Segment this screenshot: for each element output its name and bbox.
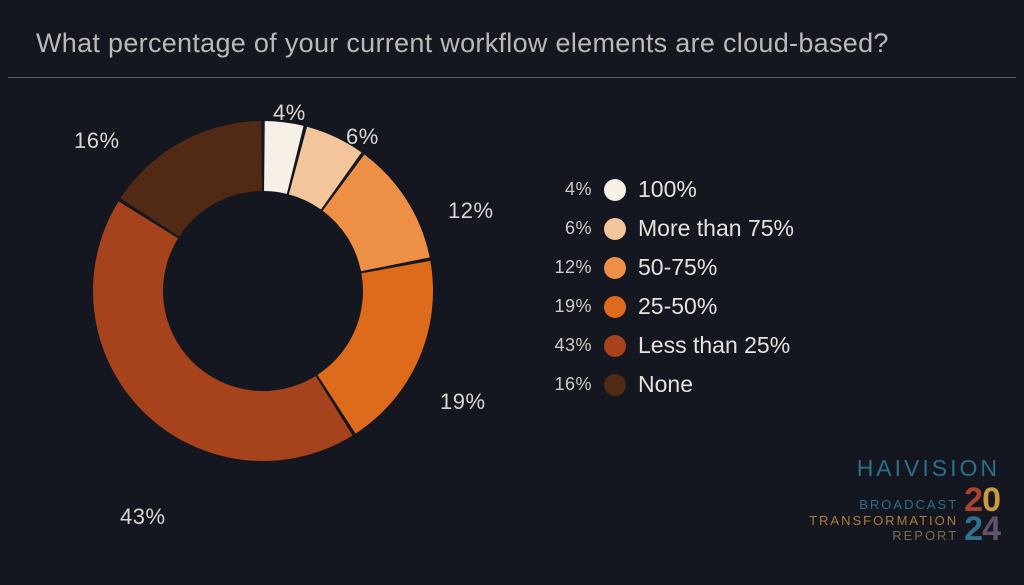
legend-pct: 4% (540, 179, 592, 200)
legend-label: Less than 25% (638, 332, 790, 359)
legend-row: 19% 25-50% (540, 293, 794, 320)
slice-label: 16% (74, 128, 120, 154)
legend-swatch (604, 218, 626, 240)
legend-pct: 19% (540, 296, 592, 317)
legend-label: More than 75% (638, 215, 794, 242)
legend-pct: 43% (540, 335, 592, 356)
legend-row: 43% Less than 25% (540, 332, 794, 359)
legend-swatch (604, 296, 626, 318)
brand-line3: REPORT (809, 528, 958, 544)
brand-line2: TRANSFORMATION (809, 513, 958, 529)
brand-year: 2 0 2 4 (964, 486, 1000, 544)
slice-label: 6% (346, 124, 379, 150)
legend-swatch (604, 257, 626, 279)
legend-swatch (604, 374, 626, 396)
legend-pct: 6% (540, 218, 592, 239)
chart-title: What percentage of your current workflow… (0, 0, 1024, 77)
legend-label: 50-75% (638, 254, 717, 281)
donut-svg (78, 106, 448, 476)
brand-company: HAIVISION (809, 456, 1000, 480)
chart-content: 4%6%12%19%43%16% 4%100%6%More than 75%12… (0, 78, 1024, 558)
legend-row: 4% 100% (540, 176, 794, 203)
slice-label: 43% (120, 504, 166, 530)
legend-row: 6% More than 75% (540, 215, 794, 242)
slice-label: 19% (440, 389, 486, 415)
legend-pct: 12% (540, 257, 592, 278)
slice-label: 12% (448, 198, 494, 224)
legend-row: 16% None (540, 371, 794, 398)
legend-label: 25-50% (638, 293, 717, 320)
donut-slice (93, 201, 353, 461)
legend: 4% 100% 6% More than 75% 12% 50-75% 19% 25-50% 4… (540, 176, 794, 398)
legend-pct: 16% (540, 374, 592, 395)
donut-chart: 4%6%12%19%43%16% (78, 106, 448, 476)
legend-swatch (604, 179, 626, 201)
legend-swatch (604, 335, 626, 357)
legend-row: 12% 50-75% (540, 254, 794, 281)
legend-label: None (638, 371, 693, 398)
slice-label: 4% (273, 100, 306, 126)
legend-label: 100% (638, 176, 697, 203)
branding: HAIVISION BROADCAST TRANSFORMATION REPOR… (809, 456, 1000, 544)
brand-line1: BROADCAST (809, 497, 958, 513)
